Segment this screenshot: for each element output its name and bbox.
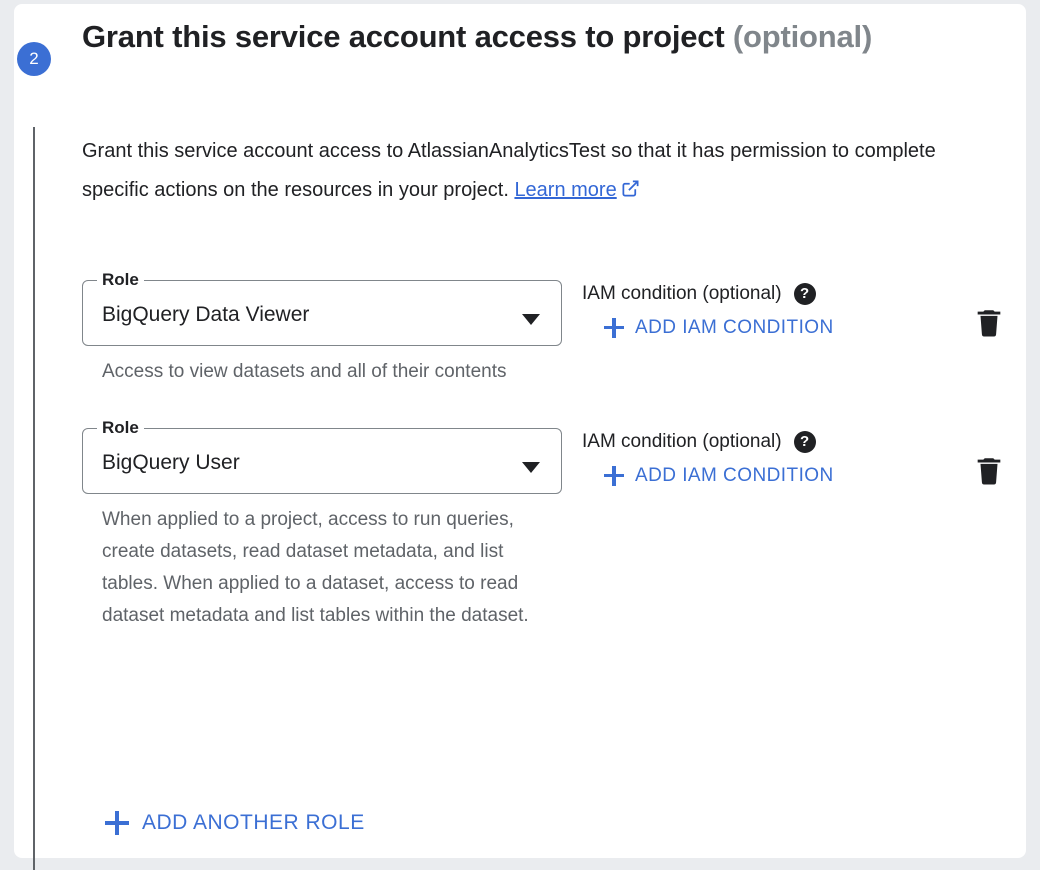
role-left-column: Role BigQuery Data Viewer Access to view… [82, 270, 582, 388]
role-select-value: BigQuery Data Viewer [102, 303, 310, 326]
role-select-label: Role [102, 418, 139, 437]
add-another-role-label: ADD ANOTHER ROLE [142, 811, 365, 834]
role-row: Role BigQuery User When applied to a pro… [82, 418, 1012, 632]
role-right-column: IAM condition (optional) ? ADD IAM CONDI… [582, 420, 1012, 487]
iam-condition-label: IAM condition (optional) [582, 431, 782, 452]
add-iam-condition-label: ADD IAM CONDITION [635, 317, 834, 338]
stepper-connector-line [33, 127, 35, 870]
role-select-label: Role [102, 270, 139, 289]
plus-icon [604, 318, 624, 338]
chevron-down-icon[interactable] [522, 462, 540, 473]
header: Grant this service account access to pro… [82, 10, 982, 64]
chevron-down-icon[interactable] [522, 314, 540, 325]
roles-list: Role BigQuery Data Viewer Access to view… [82, 270, 1012, 632]
add-iam-condition-button[interactable]: ADD IAM CONDITION [604, 465, 834, 487]
role-left-column: Role BigQuery User When applied to a pro… [82, 418, 582, 632]
page-root: 2 Grant this service account access to p… [0, 0, 1040, 870]
page-title-optional: (optional) [732, 19, 873, 54]
plus-icon [105, 811, 129, 835]
role-select-notch: Role [97, 418, 144, 437]
description-text: Grant this service account access to Atl… [82, 140, 936, 201]
add-another-role-button[interactable]: ADD ANOTHER ROLE [105, 811, 365, 835]
iam-condition-label: IAM condition (optional) [582, 283, 782, 304]
plus-icon [604, 466, 624, 486]
open-in-new-icon[interactable] [621, 173, 640, 212]
add-iam-condition-button[interactable]: ADD IAM CONDITION [604, 317, 834, 339]
role-right-column: IAM condition (optional) ? ADD IAM CONDI… [582, 272, 1012, 339]
page-title: Grant this service account access to pro… [82, 10, 982, 64]
iam-condition-label-row: IAM condition (optional) ? [582, 430, 1012, 454]
role-row: Role BigQuery Data Viewer Access to view… [82, 270, 1012, 388]
iam-condition-label-row: IAM condition (optional) ? [582, 282, 1012, 306]
delete-role-button[interactable] [972, 306, 1006, 340]
help-icon[interactable]: ? [793, 431, 816, 453]
role-select[interactable]: Role BigQuery User [82, 418, 562, 494]
section-description: Grant this service account access to Atl… [82, 132, 997, 212]
role-select[interactable]: Role BigQuery Data Viewer [82, 270, 562, 346]
delete-role-button[interactable] [972, 454, 1006, 488]
role-help-text: When applied to a project, access to run… [102, 509, 529, 626]
help-icon[interactable]: ? [793, 283, 816, 305]
add-iam-condition-label: ADD IAM CONDITION [635, 465, 834, 486]
role-select-notch: Role [97, 270, 144, 289]
role-help-text: Access to view datasets and all of their… [102, 361, 507, 382]
role-select-value: BigQuery User [102, 451, 240, 474]
step-number-badge: 2 [17, 42, 51, 76]
page-title-main: Grant this service account access to pro… [82, 19, 725, 54]
learn-more-link[interactable]: Learn more [514, 179, 616, 201]
